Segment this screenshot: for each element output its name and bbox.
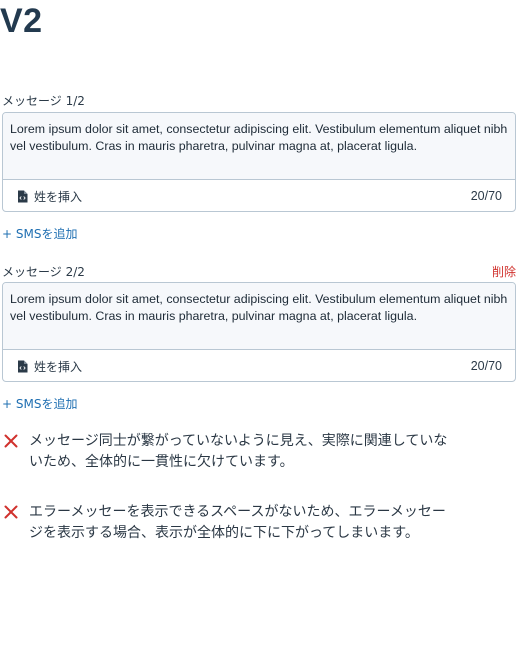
message-1-textarea[interactable]: Lorem ipsum dolor sit amet, consectetur …: [3, 113, 515, 180]
insert-last-name-button[interactable]: 姓を挿入: [17, 358, 82, 375]
character-counter: 20/70: [470, 359, 502, 373]
message-2-textarea[interactable]: Lorem ipsum dolor sit amet, consectetur …: [3, 283, 515, 350]
add-sms-link[interactable]: + SMSを追加: [2, 225, 77, 242]
close-icon: [4, 504, 18, 544]
message-2-editor[interactable]: Lorem ipsum dolor sit amet, consectetur …: [2, 282, 516, 382]
message-2-label: メッセージ 2/2: [2, 265, 85, 279]
feedback-note-1: メッセージ同士が繋がっていないように見え、実際に関連していないため、全体的に一貫…: [4, 431, 484, 473]
document-code-icon: [17, 190, 28, 203]
add-sms-link[interactable]: + SMSを追加: [2, 395, 77, 412]
message-1-footer: 姓を挿入 20/70: [3, 180, 515, 211]
feedback-note-2: エラーメッセーを表示できるスペースがないため、エラーメッセージを表示する場合、表…: [4, 502, 484, 544]
note-text: エラーメッセーを表示できるスペースがないため、エラーメッセージを表示する場合、表…: [29, 504, 446, 541]
insert-last-name-label: 姓を挿入: [34, 359, 83, 374]
document-code-icon: [17, 360, 28, 373]
insert-last-name-button[interactable]: 姓を挿入: [17, 188, 82, 205]
message-1-editor[interactable]: Lorem ipsum dolor sit amet, consectetur …: [2, 112, 516, 212]
note-text: メッセージ同士が繋がっていないように見え、実際に関連していないため、全体的に一貫…: [29, 433, 448, 470]
page-title: V2: [0, 2, 43, 40]
character-counter: 20/70: [470, 189, 502, 203]
message-1-label: メッセージ 1/2: [2, 94, 85, 108]
message-2-footer: 姓を挿入 20/70: [3, 350, 515, 381]
delete-message-button[interactable]: 削除: [492, 263, 516, 280]
insert-last-name-label: 姓を挿入: [34, 189, 83, 204]
close-icon: [4, 433, 18, 473]
